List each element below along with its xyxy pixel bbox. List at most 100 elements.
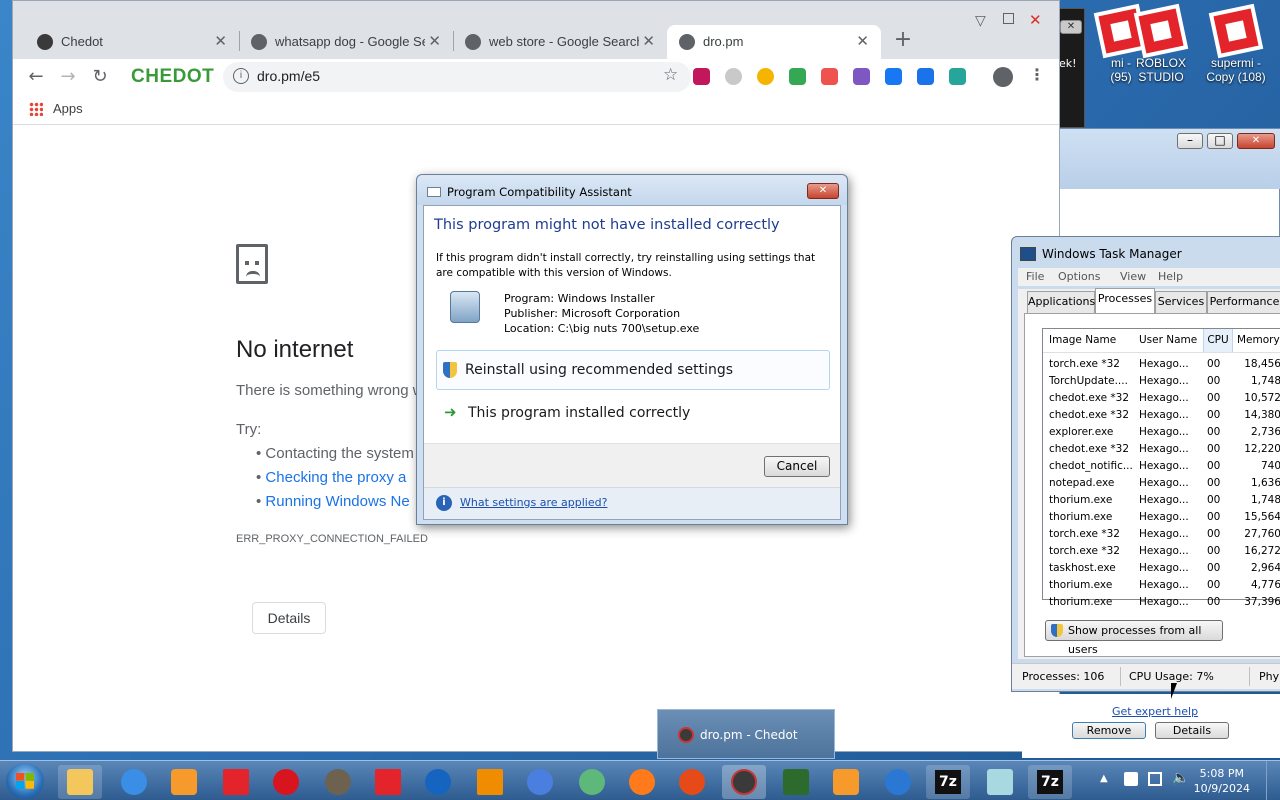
task-manager-taskbar-icon[interactable] <box>774 765 818 799</box>
media-player-icon[interactable] <box>162 765 206 799</box>
extension-facebook-icon[interactable] <box>885 68 902 85</box>
firefox-icon[interactable] <box>620 765 664 799</box>
process-row[interactable]: chedot.exe *32 Hexago... 00 14,380 <box>1043 408 1280 425</box>
process-row[interactable]: chedot.exe *32 Hexago... 00 12,220 <box>1043 442 1280 459</box>
network-icon[interactable] <box>1148 772 1162 786</box>
vlc-icon[interactable] <box>468 765 512 799</box>
expert-help-link[interactable]: Get expert help <box>1112 705 1198 718</box>
apps-grid-icon[interactable] <box>29 102 43 116</box>
tab-dro-pm[interactable]: dro.pm ✕ <box>667 25 881 59</box>
new-tab-button[interactable]: + <box>891 29 915 53</box>
window-minimize-icon[interactable]: ▽ <box>975 13 986 29</box>
address-bar[interactable]: i dro.pm/e5 ☆ <box>223 62 691 92</box>
column-image-name[interactable]: Image Name <box>1049 334 1116 346</box>
background-window-close-button[interactable]: ✕ <box>1060 20 1082 34</box>
minimize-button[interactable]: – <box>1177 133 1203 149</box>
extension-download-icon[interactable] <box>853 68 870 85</box>
start-button[interactable] <box>6 763 44 799</box>
roblox-taskbar-icon[interactable] <box>214 765 258 799</box>
show-all-processes-button[interactable]: Show processes from all users <box>1045 620 1223 656</box>
details-button[interactable]: Details <box>1155 722 1229 739</box>
close-tab-icon[interactable]: ✕ <box>856 32 869 50</box>
details-button[interactable]: Details <box>252 602 326 634</box>
reinstall-option[interactable]: Reinstall using recommended settings <box>436 350 830 390</box>
chedot-logo[interactable]: CHEDOT <box>131 66 214 88</box>
process-row[interactable]: explorer.exe Hexago... 00 2,736 <box>1043 425 1280 442</box>
show-hidden-icons-icon[interactable]: ▲ <box>1100 773 1108 784</box>
tab-whatsapp-dog[interactable]: whatsapp dog - Google Sea ✕ <box>239 25 453 59</box>
close-tab-icon[interactable]: ✕ <box>428 32 441 50</box>
chedot-taskbar-icon[interactable] <box>722 765 766 799</box>
tab-applications[interactable]: Applications <box>1027 291 1095 313</box>
show-desktop-button[interactable] <box>1266 761 1280 800</box>
tab-chedot[interactable]: Chedot ✕ <box>25 25 239 59</box>
info-icon[interactable]: i <box>233 68 249 84</box>
file-explorer-icon[interactable] <box>58 765 102 799</box>
process-row[interactable]: thorium.exe Hexago... 00 15,564 <box>1043 510 1280 527</box>
gimp-icon[interactable] <box>316 765 360 799</box>
tab-web-store[interactable]: web store - Google Search ✕ <box>453 25 667 59</box>
extension-screen-icon[interactable] <box>693 68 710 85</box>
menu-file[interactable]: File <box>1026 270 1044 283</box>
desktop-icon-roblox-studio[interactable]: ROBLOX STUDIO <box>1122 3 1200 84</box>
menu-view[interactable]: View <box>1120 270 1146 283</box>
reload-icon[interactable]: ↻ <box>89 67 111 89</box>
extension-puzzle-icon[interactable] <box>949 68 966 85</box>
media-player-2-icon[interactable] <box>824 765 868 799</box>
browser-blue-icon[interactable] <box>416 765 460 799</box>
users-icon[interactable] <box>570 765 614 799</box>
menu-options[interactable]: Options <box>1058 270 1100 283</box>
process-row[interactable]: TorchUpdate.... Hexago... 00 1,748 <box>1043 374 1280 391</box>
menu-help[interactable]: Help <box>1158 270 1183 283</box>
opera-icon[interactable] <box>264 765 308 799</box>
window-close-icon[interactable]: ✕ <box>1029 11 1042 29</box>
extension-messenger-icon[interactable] <box>757 68 774 85</box>
desktop-icon-supermi-copy[interactable]: supermi - Copy (108) <box>1197 3 1275 84</box>
settings-applied-link[interactable]: What settings are applied? <box>460 496 607 509</box>
tab-performance[interactable]: Performance <box>1207 291 1280 313</box>
extension-pocket-icon[interactable] <box>821 68 838 85</box>
process-row[interactable]: thorium.exe Hexago... 00 1,748 <box>1043 493 1280 510</box>
process-row[interactable]: thorium.exe Hexago... 00 37,396 <box>1043 595 1280 612</box>
column-user-name[interactable]: User Name <box>1139 334 1197 346</box>
volume-icon[interactable]: 🔈 <box>1172 770 1189 786</box>
process-row[interactable]: chedot.exe *32 Hexago... 00 10,572 <box>1043 391 1280 408</box>
cancel-button[interactable]: Cancel <box>764 456 830 477</box>
taskbar-thumbnail-preview[interactable]: dro.pm - Chedot <box>657 709 835 759</box>
window-maximize-icon[interactable] <box>1003 13 1014 24</box>
suggestion-link[interactable]: • Checking the proxy a <box>256 469 406 486</box>
process-row[interactable]: torch.exe *32 Hexago... 00 18,456 <box>1043 357 1280 374</box>
sevenzip-icon[interactable]: 7z <box>926 765 970 799</box>
tab-services[interactable]: Services <box>1155 291 1207 313</box>
suggestion-text[interactable]: Running Windows Ne <box>265 493 409 510</box>
dialog-close-button[interactable]: ✕ <box>807 183 839 199</box>
close-button[interactable]: ✕ <box>1237 133 1275 149</box>
process-row[interactable]: taskhost.exe Hexago... 00 2,964 <box>1043 561 1280 578</box>
tab-processes[interactable]: Processes <box>1095 288 1155 313</box>
thorium-icon[interactable] <box>670 765 714 799</box>
internet-explorer-icon[interactable] <box>112 765 156 799</box>
back-arrow-icon[interactable]: ← <box>25 67 47 89</box>
star-bookmark-icon[interactable]: ☆ <box>663 65 678 85</box>
suggestion-text[interactable]: Checking the proxy a <box>265 469 406 486</box>
installed-correctly-option[interactable]: ➜ This program installed correctly <box>436 398 830 432</box>
maximize-button[interactable]: □ <box>1207 133 1233 149</box>
profile-avatar-icon[interactable] <box>993 67 1013 87</box>
action-center-flag-icon[interactable] <box>1124 772 1138 786</box>
extension-whatsapp-icon[interactable] <box>725 68 742 85</box>
forward-arrow-icon[interactable]: → <box>57 67 79 89</box>
process-row[interactable]: thorium.exe Hexago... 00 4,776 <box>1043 578 1280 595</box>
app-blue-plane-icon[interactable] <box>518 765 562 799</box>
process-row[interactable]: torch.exe *32 Hexago... 00 27,760 <box>1043 527 1280 544</box>
apps-bookmark[interactable]: Apps <box>53 101 83 116</box>
remove-button[interactable]: Remove <box>1072 722 1146 739</box>
close-tab-icon[interactable]: ✕ <box>214 32 227 50</box>
clock[interactable]: 5:08 PM 10/9/2024 <box>1194 766 1250 796</box>
roblox-studio-taskbar-icon[interactable] <box>366 765 410 799</box>
process-row[interactable]: torch.exe *32 Hexago... 00 16,272 <box>1043 544 1280 561</box>
eraser-app-icon[interactable] <box>978 765 1022 799</box>
extension-star-icon[interactable] <box>917 68 934 85</box>
extension-link-icon[interactable] <box>789 68 806 85</box>
process-row[interactable]: chedot_notific... Hexago... 00 740 <box>1043 459 1280 476</box>
column-cpu[interactable]: CPU <box>1203 329 1233 352</box>
